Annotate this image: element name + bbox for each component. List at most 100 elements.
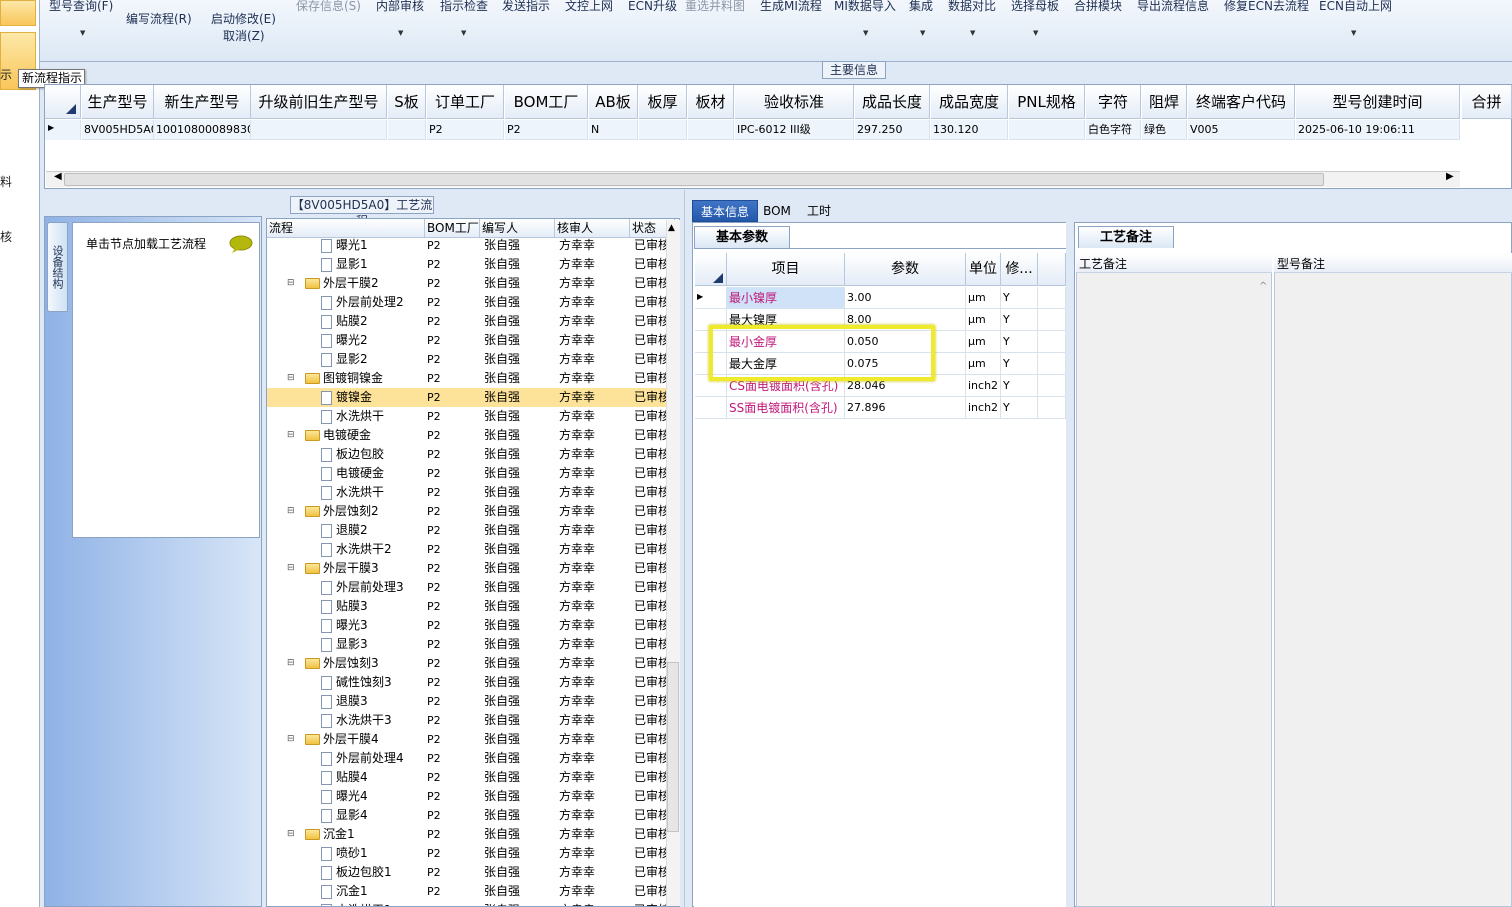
dropdown-arrow-icon[interactable]: ▼ (920, 29, 925, 37)
tree-row[interactable]: 贴膜3 P2 张自强 方幸幸 已审核 (267, 597, 667, 616)
cancel-button[interactable]: 取消(Z) (223, 27, 265, 44)
tree-row[interactable]: 外层前处理4 P2 张自强 方幸幸 已审核 (267, 749, 667, 768)
main-info-cell-1[interactable]: 10010800089830 (154, 120, 251, 140)
param-item[interactable]: SS面电镀面积(含孔) (727, 397, 845, 419)
write-flow-button[interactable]: 编写流程(R) (126, 10, 192, 27)
scroll-up-icon[interactable]: ▲ (668, 223, 675, 233)
ribbon-button[interactable]: 合拼模块 (1074, 0, 1122, 14)
tree-scroll-thumb[interactable] (667, 662, 679, 832)
tree-row[interactable]: ⊟ 图镀铜镍金 P2 张自强 方幸幸 已审核 (267, 369, 667, 388)
scroll-left-icon[interactable]: ◀ (54, 171, 64, 182)
collapse-icon[interactable]: ⊟ (287, 654, 295, 673)
collapse-icon[interactable]: ⊟ (287, 730, 295, 749)
tab-bom[interactable]: BOM (760, 200, 794, 222)
tree-row[interactable]: 曝光4 P2 张自强 方幸幸 已审核 (267, 787, 667, 806)
dropdown-arrow-icon[interactable]: ▼ (1351, 29, 1356, 37)
dropdown-arrow-icon[interactable]: ▼ (1033, 29, 1038, 37)
main-info-header-14[interactable]: 阻焊 (1142, 85, 1187, 119)
tree-row[interactable]: 显影2 P2 张自强 方幸幸 已审核 (267, 350, 667, 369)
params-header-1[interactable]: 参数 (845, 253, 966, 286)
tree-row[interactable]: 镀镍金 P2 张自强 方幸幸 已审核 (267, 388, 667, 407)
ribbon-button[interactable]: 型号查询(F) (49, 0, 113, 14)
tree-row[interactable]: 水洗烘干2 P2 张自强 方幸幸 已审核 (267, 540, 667, 559)
main-info-cell-13[interactable]: 白色字符 (1086, 120, 1141, 140)
main-info-cell-12[interactable] (1009, 120, 1085, 140)
tree-row[interactable]: ⊟ 外层蚀刻2 P2 张自强 方幸幸 已审核 (267, 502, 667, 521)
main-info-header-1[interactable]: 新生产型号 (154, 85, 251, 119)
tree-row[interactable]: 水洗烘干3 P2 张自强 方幸幸 已审核 (267, 711, 667, 730)
param-modifiable[interactable]: Y (1001, 287, 1038, 309)
main-info-header-10[interactable]: 成品长度 (855, 85, 930, 119)
tree-row[interactable]: 曝光3 P2 张自强 方幸幸 已审核 (267, 616, 667, 635)
tree-row[interactable]: 板边包胶 P2 张自强 方幸幸 已审核 (267, 445, 667, 464)
main-info-cell-15[interactable]: V005 (1188, 120, 1295, 140)
collapse-icon[interactable]: ⊟ (287, 274, 295, 293)
tree-row[interactable]: 水洗烘干 P2 张自强 方幸幸 已审核 (267, 483, 667, 502)
main-info-header-11[interactable]: 成品宽度 (931, 85, 1008, 119)
main-info-header-2[interactable]: 升级前旧生产型号 (251, 85, 387, 119)
tree-row[interactable]: 板边包胶1 P2 张自强 方幸幸 已审核 (267, 863, 667, 882)
tree-row[interactable]: 电镀硬金 P2 张自强 方幸幸 已审核 (267, 464, 667, 483)
tree-row[interactable]: ⊟ 电镀硬金 P2 张自强 方幸幸 已审核 (267, 426, 667, 445)
tree-row[interactable]: 曝光2 P2 张自强 方幸幸 已审核 (267, 331, 667, 350)
main-info-header-9[interactable]: 验收标准 (735, 85, 854, 119)
horizontal-scrollbar[interactable]: ◀ ▶ (46, 171, 1460, 187)
param-unit[interactable]: μm (966, 309, 1001, 331)
start-modify-button[interactable]: 启动修改(E) (211, 10, 276, 27)
tree-row[interactable]: 贴膜2 P2 张自强 方幸幸 已审核 (267, 312, 667, 331)
collapse-icon[interactable]: ⊟ (287, 502, 295, 521)
params-header-0[interactable]: 项目 (727, 253, 845, 286)
main-info-header-0[interactable]: 生产型号 (82, 85, 154, 119)
main-info-header-5[interactable]: BOM工厂 (505, 85, 588, 119)
param-modifiable[interactable]: Y (1001, 397, 1038, 419)
ribbon-button[interactable]: 重选并料图 (685, 0, 745, 14)
tree-row[interactable]: ⊟ 外层干膜3 P2 张自强 方幸幸 已审核 (267, 559, 667, 578)
ribbon-button[interactable]: 导出流程信息 (1137, 0, 1209, 14)
dropdown-arrow-icon[interactable]: ▼ (461, 29, 466, 37)
nav-highlight-top[interactable] (0, 0, 36, 26)
tree-row[interactable]: ⊟ 外层蚀刻3 P2 张自强 方幸幸 已审核 (267, 654, 667, 673)
tree-row[interactable]: ⊟ 外层干膜2 P2 张自强 方幸幸 已审核 (267, 274, 667, 293)
param-value[interactable]: 3.00 (845, 287, 966, 309)
tree-row[interactable]: 水洗烘干1 P2张自强 方幸幸 已审核 (267, 901, 667, 906)
main-info-cell-3[interactable] (388, 120, 426, 140)
dropdown-arrow-icon[interactable]: ▼ (970, 29, 975, 37)
tab-basic-info[interactable]: 基本信息 (692, 200, 758, 222)
main-info-cell-6[interactable]: N (589, 120, 638, 140)
main-info-cell-8[interactable] (688, 120, 734, 140)
param-modifiable[interactable]: Y (1001, 353, 1038, 375)
collapse-icon[interactable]: ⊟ (287, 559, 295, 578)
main-info-cell-5[interactable]: P2 (505, 120, 588, 140)
main-info-cell-9[interactable]: IPC-6012 III级 (735, 120, 854, 140)
param-unit[interactable]: μm (966, 331, 1001, 353)
ribbon-button[interactable]: 生成MI流程 (760, 0, 822, 14)
tree-row[interactable]: 曝光1 P2 张自强 方幸幸 已审核 (267, 236, 667, 255)
tree-row[interactable]: 水洗烘干 P2 张自强 方幸幸 已审核 (267, 407, 667, 426)
main-info-cell-10[interactable]: 297.250 (855, 120, 930, 140)
param-unit[interactable]: μm (966, 287, 1001, 309)
tree-row[interactable]: 外层前处理2 P2 张自强 方幸幸 已审核 (267, 293, 667, 312)
tree-row[interactable]: ⊟ 沉金1 P2 张自强 方幸幸 已审核 (267, 825, 667, 844)
tree-row[interactable]: 碱性蚀刻3 P2 张自强 方幸幸 已审核 (267, 673, 667, 692)
ribbon-button[interactable]: 内部审核 (376, 0, 424, 14)
param-unit[interactable]: inch2 (966, 375, 1001, 397)
ribbon-button[interactable]: 数据对比 (948, 0, 996, 14)
speech-bubble-icon[interactable] (229, 235, 253, 253)
param-unit[interactable]: μm (966, 353, 1001, 375)
main-info-cell-14[interactable]: 绿色 (1142, 120, 1187, 140)
tree-row[interactable]: 贴膜4 P2 张自强 方幸幸 已审核 (267, 768, 667, 787)
tree-row[interactable]: 喷砂1 P2 张自强 方幸幸 已审核 (267, 844, 667, 863)
scroll-right-icon[interactable]: ▶ (1446, 171, 1456, 182)
nav-label-2[interactable]: 料 (0, 173, 12, 190)
tree-row[interactable]: 沉金1 P2 张自强 方幸幸 已审核 (267, 882, 667, 901)
main-info-header-12[interactable]: PNL规格 (1009, 85, 1085, 119)
main-info-header-13[interactable]: 字符 (1086, 85, 1141, 119)
model-remark-box[interactable] (1274, 253, 1512, 907)
tree-row[interactable]: 显影3 P2 张自强 方幸幸 已审核 (267, 635, 667, 654)
process-remark-box[interactable] (1076, 253, 1272, 907)
main-info-header-7[interactable]: 板厚 (639, 85, 687, 119)
tree-row[interactable]: 显影1 P2 张自强 方幸幸 已审核 (267, 255, 667, 274)
main-info-cell-16[interactable]: 2025-06-10 19:06:11 (1296, 120, 1460, 140)
dropdown-arrow-icon[interactable]: ▼ (398, 29, 403, 37)
ribbon-button[interactable]: 集成 (909, 0, 933, 14)
